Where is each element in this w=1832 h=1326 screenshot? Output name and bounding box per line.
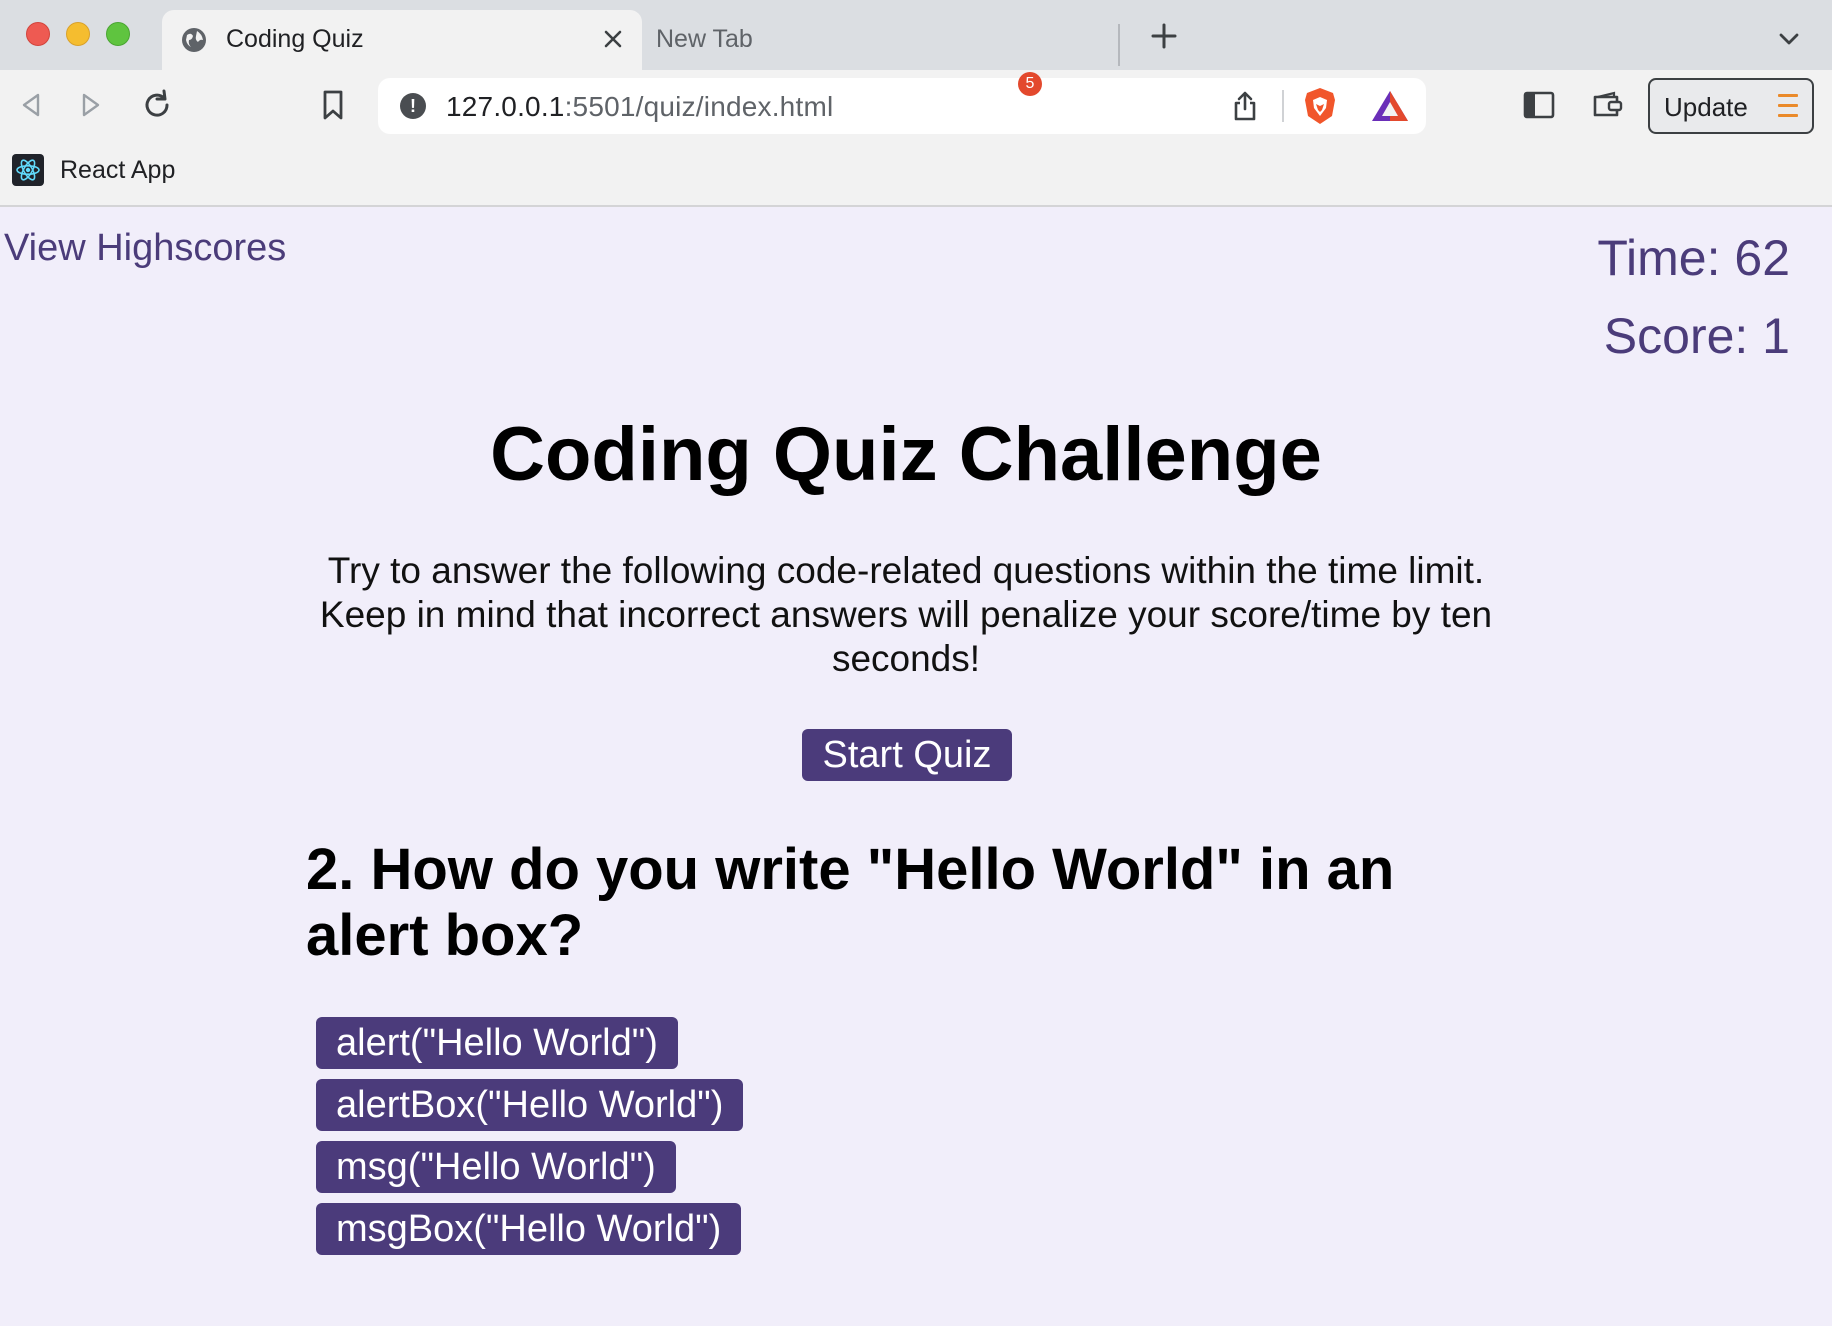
tab-coding-quiz[interactable]: Coding Quiz [162, 10, 642, 70]
plus-icon[interactable] [1148, 20, 1180, 52]
tab-strip: Coding Quiz New Tab [0, 0, 1832, 70]
globe-icon [182, 28, 206, 52]
answer-button[interactable]: msgBox("Hello World") [316, 1203, 742, 1255]
question-text: 2. How do you write "Hello World" in an … [306, 837, 1395, 968]
wallet-icon[interactable] [1590, 88, 1624, 122]
back-arrow-icon[interactable] [16, 90, 46, 120]
tab-new-tab[interactable]: New Tab [656, 10, 1116, 68]
rewards-badge: 5 [1018, 72, 1042, 96]
forward-arrow-icon[interactable] [76, 90, 106, 120]
tab-title: New Tab [656, 25, 753, 53]
view-highscores-link[interactable]: View Highscores [4, 227, 286, 270]
answer-list: alert("Hello World") alertBox("Hello Wor… [316, 1017, 744, 1265]
bookmark-icon[interactable] [318, 88, 348, 122]
brave-shield-icon[interactable] [1302, 86, 1338, 126]
close-tab-icon[interactable] [596, 22, 630, 56]
timer-display: Time: 62 [1597, 230, 1790, 286]
address-bar[interactable]: ! 127.0.0.1:5501/quiz/index.html [378, 78, 1426, 134]
minimize-window-button[interactable] [66, 22, 90, 46]
site-info-icon[interactable]: ! [400, 93, 426, 119]
page-content: View Highscores Time: 62 Score: 1 Coding… [0, 207, 1832, 1326]
url-text: 127.0.0.1:5501/quiz/index.html [446, 91, 834, 122]
update-label: Update [1664, 92, 1748, 122]
chevron-down-icon[interactable] [1776, 26, 1802, 52]
sidebar-icon[interactable] [1522, 88, 1556, 122]
score-display: Score: 1 [1603, 308, 1790, 364]
intro-text: Try to answer the following code-related… [319, 550, 1493, 679]
bookmarks-bar: React App [0, 142, 1832, 207]
start-quiz-button[interactable]: Start Quiz [802, 729, 1012, 781]
react-logo-icon [12, 154, 44, 186]
page-title: Coding Quiz Challenge [490, 412, 1322, 497]
update-button[interactable]: Update [1648, 78, 1814, 134]
address-bar-divider [1282, 90, 1284, 122]
browser-toolbar: ! 127.0.0.1:5501/quiz/index.html 5 Updat… [0, 70, 1832, 142]
answer-button[interactable]: alert("Hello World") [316, 1017, 678, 1069]
share-icon[interactable] [1230, 90, 1260, 122]
tab-title: Coding Quiz [226, 25, 364, 53]
bookmark-label: React App [60, 156, 176, 184]
tab-divider [1118, 24, 1120, 66]
answer-button[interactable]: msg("Hello World") [316, 1141, 676, 1193]
zoom-window-button[interactable] [106, 22, 130, 46]
close-window-button[interactable] [26, 22, 50, 46]
reload-icon[interactable] [140, 88, 174, 122]
brave-rewards-icon[interactable] [1370, 88, 1410, 124]
hamburger-menu-icon [1778, 94, 1798, 118]
answer-button[interactable]: alertBox("Hello World") [316, 1079, 744, 1131]
